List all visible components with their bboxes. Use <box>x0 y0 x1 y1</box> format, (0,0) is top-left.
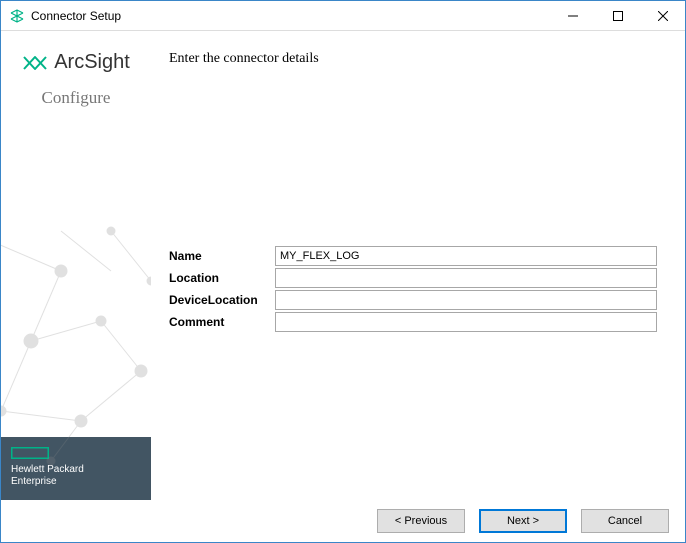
brand-name: ArcSight <box>54 51 130 74</box>
instruction-text: Enter the connector details <box>169 51 667 67</box>
minimize-button[interactable] <box>550 1 595 30</box>
button-bar: < Previous Next > Cancel <box>1 500 685 542</box>
main-panel: Enter the connector details Name Locatio… <box>151 31 685 500</box>
app-icon <box>9 8 25 24</box>
name-label: Name <box>169 249 202 263</box>
location-label: Location <box>169 271 219 285</box>
name-field[interactable] <box>275 246 657 266</box>
sidebar-subtitle: Configure <box>11 88 141 108</box>
comment-label: Comment <box>169 315 224 329</box>
content-area: ArcSight Configure <box>1 31 685 500</box>
sidebar: ArcSight Configure <box>1 31 151 500</box>
device-location-field[interactable] <box>275 290 657 310</box>
network-graphic <box>1 211 151 471</box>
location-field[interactable] <box>275 268 657 288</box>
previous-button[interactable]: < Previous <box>377 509 465 533</box>
device-location-label: DeviceLocation <box>169 293 258 307</box>
window-controls <box>550 1 685 30</box>
sidebar-branding: ArcSight Configure <box>1 31 151 118</box>
arcsight-logo: ArcSight <box>11 51 141 74</box>
comment-field[interactable] <box>275 312 657 332</box>
connector-setup-window: Connector Setup ArcS <box>0 0 686 543</box>
form-grid: Name Location DeviceLocation Commen <box>169 245 657 333</box>
titlebar: Connector Setup <box>1 1 685 31</box>
next-button[interactable]: Next > <box>479 509 567 533</box>
form-area: Name Location DeviceLocation Commen <box>169 77 667 490</box>
arcsight-icon <box>22 53 48 73</box>
vendor-line-2: Enterprise <box>11 476 57 487</box>
cancel-button[interactable]: Cancel <box>581 509 669 533</box>
window-title: Connector Setup <box>31 9 550 23</box>
close-button[interactable] <box>640 1 685 30</box>
maximize-button[interactable] <box>595 1 640 30</box>
